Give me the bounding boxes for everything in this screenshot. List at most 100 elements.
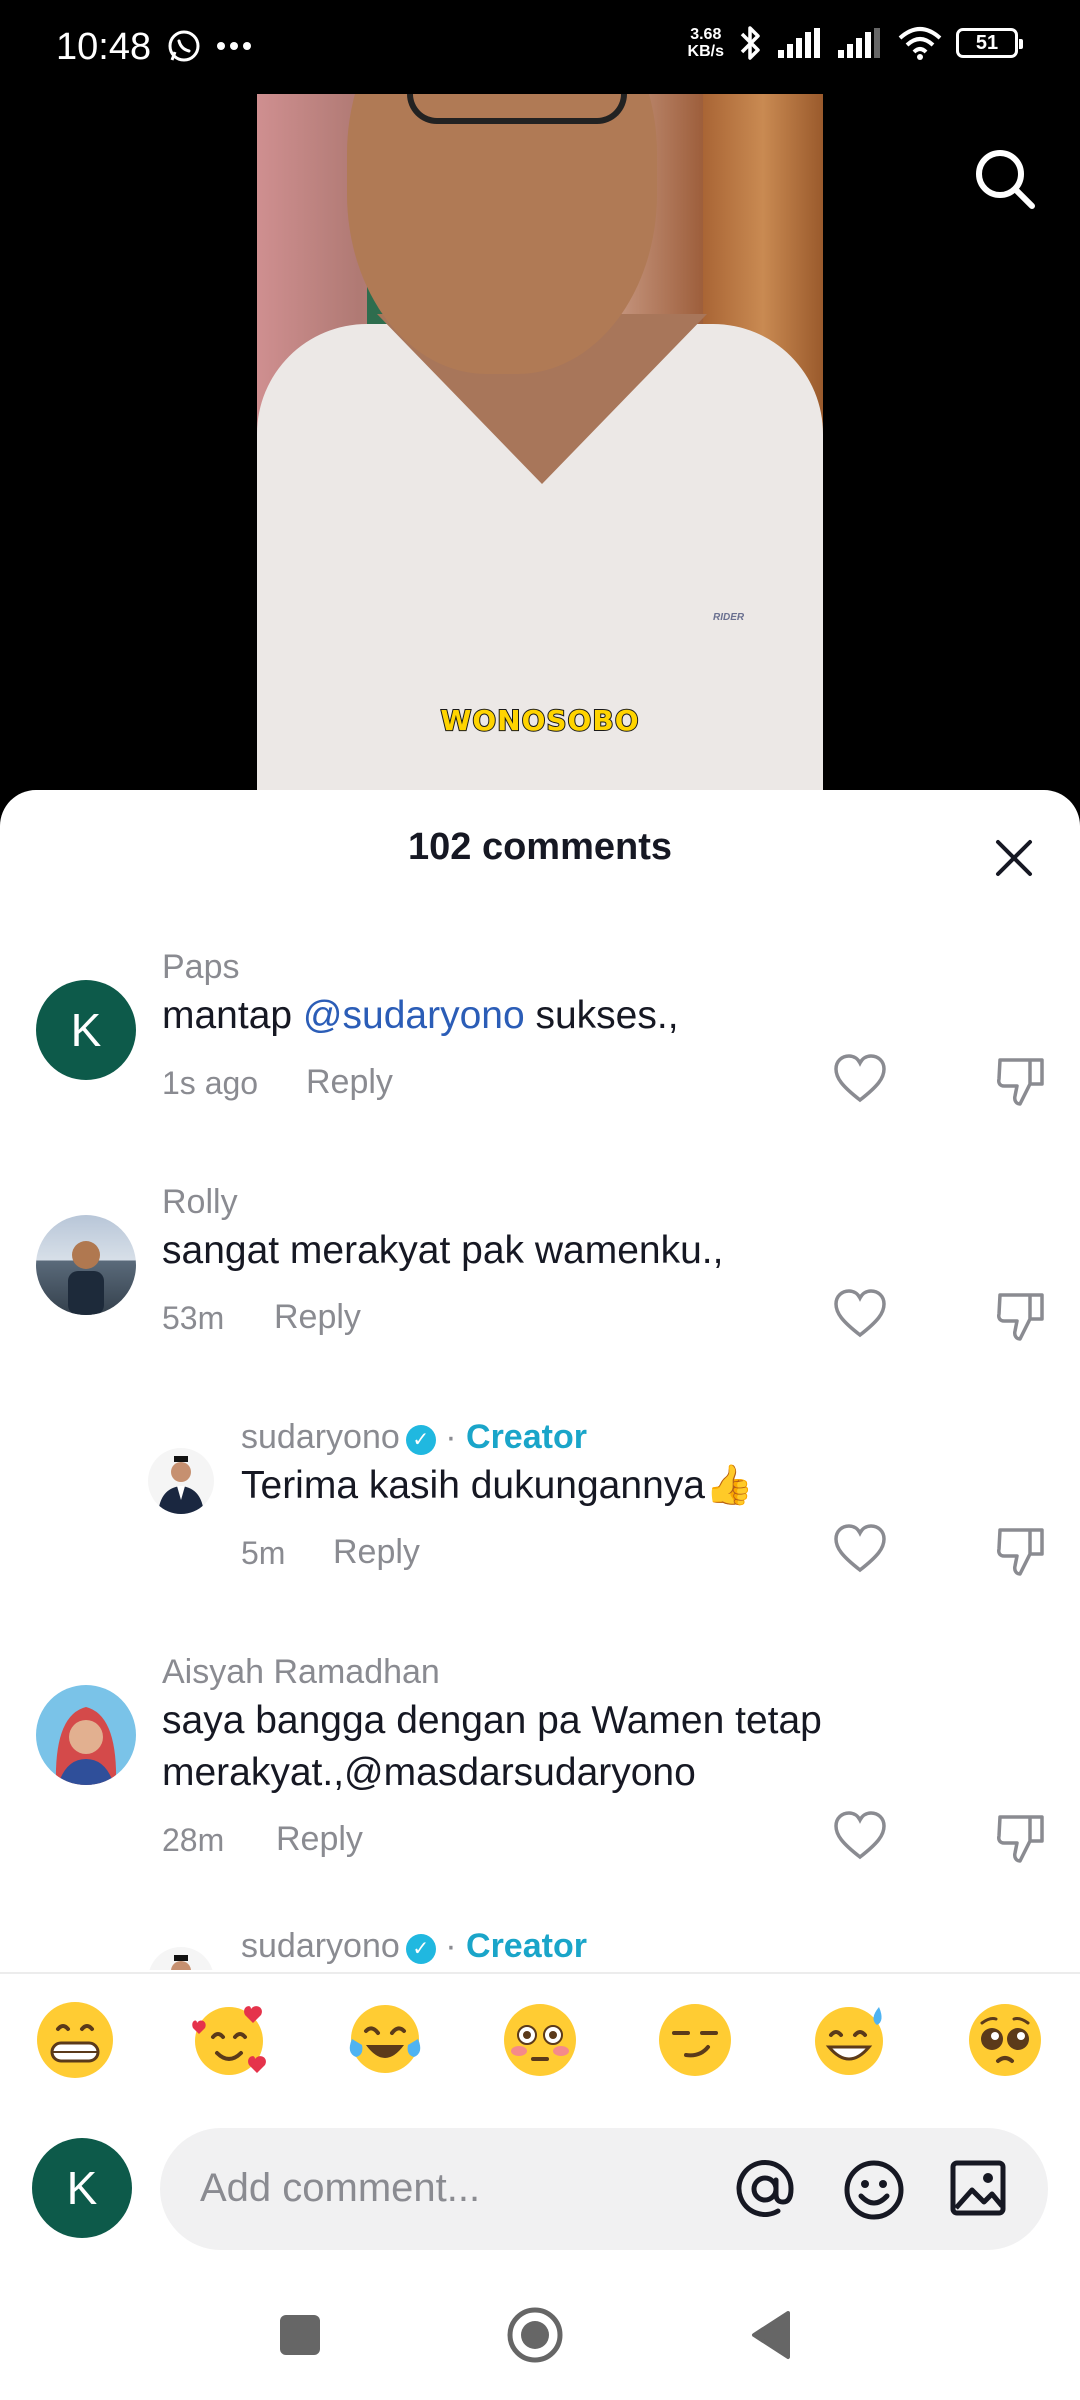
image-icon[interactable] xyxy=(948,2158,1008,2218)
avatar-photo xyxy=(171,1955,191,1970)
verified-badge-icon: ✓ xyxy=(405,1425,436,1455)
face-with-tears-of-joy-icon[interactable] xyxy=(340,1995,430,2085)
comment-text: saya bangga dengan pa Wamen tetap meraky… xyxy=(162,1695,902,1799)
recents-button[interactable] xyxy=(265,2300,335,2370)
comment-username-line: sudaryono ✓ · Creator xyxy=(241,1927,587,1966)
comment-text: sangat merakyat pak wamenku., xyxy=(162,1229,724,1272)
dislike-icon[interactable] xyxy=(994,1809,1050,1865)
comment-text: mantap @sudaryono sukses., xyxy=(162,990,902,1042)
reply-button[interactable]: Reply xyxy=(276,1820,363,1859)
battery-level: 51 xyxy=(975,31,999,54)
comment-text-part: mantap xyxy=(162,994,303,1037)
status-bar: 10:48 3.68 KB/s 51 xyxy=(0,0,1080,94)
comment-input[interactable]: Add comment... xyxy=(160,2128,1048,2250)
bluetooth-icon xyxy=(740,26,760,60)
comment-item: K Paps mantap @sudaryono sukses., 1s ago… xyxy=(0,930,1080,1160)
avatar[interactable] xyxy=(36,1215,136,1315)
status-notification-icons xyxy=(166,28,252,64)
reply-comment-item: sudaryono ✓ · Creator xyxy=(0,1925,1080,1970)
status-time: 10:48 xyxy=(56,26,152,68)
comments-list[interactable]: K Paps mantap @sudaryono sukses., 1s ago… xyxy=(0,930,1080,1970)
comment-username[interactable]: Rolly xyxy=(162,1183,238,1222)
network-speed-unit: KB/s xyxy=(687,43,724,60)
comment-text: Terima kasih dukungannya👍 xyxy=(241,1464,754,1507)
comment-username[interactable]: Aisyah Ramadhan xyxy=(162,1653,440,1692)
recents-square-icon xyxy=(280,2315,320,2355)
divider xyxy=(0,1972,1080,1974)
current-user-avatar[interactable]: K xyxy=(32,2138,132,2238)
signal-1-icon xyxy=(778,28,820,58)
avatar[interactable] xyxy=(148,1947,214,1970)
reply-comment-item: sudaryono ✓ · Creator Terima kasih dukung… xyxy=(0,1400,1080,1630)
home-circle-icon xyxy=(507,2307,563,2363)
whatsapp-icon xyxy=(168,30,200,62)
network-speed: 3.68 KB/s xyxy=(688,26,724,60)
comment-item: Aisyah Ramadhan saya bangga dengan pa Wa… xyxy=(0,1635,1080,1920)
reply-button[interactable]: Reply xyxy=(274,1298,361,1337)
avatar[interactable] xyxy=(148,1448,214,1514)
signal-2-icon xyxy=(838,28,880,58)
battery-indicator: 51 xyxy=(956,28,1023,58)
heart-icon[interactable] xyxy=(832,1522,888,1578)
comment-time: 53m xyxy=(162,1300,225,1336)
wifi-icon xyxy=(898,27,942,60)
avatar-photo xyxy=(68,1241,104,1315)
comment-username[interactable]: sudaryono xyxy=(241,1418,400,1456)
system-nav-bar xyxy=(0,2270,1080,2400)
comment-item: Rolly sangat merakyat pak wamenku., 53m … xyxy=(0,1165,1080,1395)
avatar[interactable] xyxy=(36,1685,136,1785)
video-person-glasses xyxy=(407,94,627,124)
grinning-face-icon[interactable] xyxy=(30,1995,120,2085)
quick-emoji-bar xyxy=(30,1995,1050,2085)
smiling-face-with-hearts-icon[interactable] xyxy=(185,1995,275,2085)
heart-icon[interactable] xyxy=(832,1052,888,1108)
video-frame: RIDER WONOSOBO xyxy=(257,94,823,794)
close-button[interactable] xyxy=(986,830,1042,886)
creator-badge: Creator xyxy=(466,1418,587,1456)
home-button[interactable] xyxy=(500,2300,570,2370)
comment-text-line: saya bangga dengan pa Wamen tetap xyxy=(162,1699,822,1742)
heart-icon[interactable] xyxy=(832,1809,888,1865)
search-icon[interactable] xyxy=(970,144,1040,214)
comment-text-part: sukses., xyxy=(524,994,679,1037)
avatar-photo xyxy=(55,1707,117,1785)
emoji-icon[interactable] xyxy=(842,2158,906,2222)
comment-time: 28m xyxy=(162,1822,225,1858)
avatar-letter: K xyxy=(66,2162,98,2214)
reply-button[interactable]: Reply xyxy=(333,1533,420,1572)
status-system-icons: 3.68 KB/s 51 xyxy=(688,24,1023,62)
reply-button[interactable]: Reply xyxy=(306,1063,393,1102)
grinning-face-with-sweat-icon[interactable] xyxy=(805,1995,895,2085)
heart-icon[interactable] xyxy=(832,1287,888,1343)
separator-dot: · xyxy=(445,1927,457,1965)
pleading-face-icon[interactable] xyxy=(960,1995,1050,2085)
smirking-face-icon[interactable] xyxy=(650,1995,740,2085)
comment-time: 1s ago xyxy=(162,1065,259,1101)
comments-sheet: 102 comments K Paps mantap @sudaryono su… xyxy=(0,790,1080,2400)
dislike-icon[interactable] xyxy=(994,1052,1050,1108)
avatar-photo xyxy=(158,1456,204,1514)
avatar-letter: K xyxy=(70,1004,102,1056)
dislike-icon[interactable] xyxy=(994,1522,1050,1578)
avatar[interactable]: K xyxy=(36,980,136,1080)
comment-username[interactable]: sudaryono xyxy=(241,1927,400,1965)
mention-at-icon[interactable] xyxy=(734,2158,796,2220)
mention-link[interactable]: @sudaryono xyxy=(303,994,525,1037)
dislike-icon[interactable] xyxy=(994,1287,1050,1343)
video-caption: WONOSOBO xyxy=(439,703,640,738)
video-shirt-brand: RIDER xyxy=(713,612,745,623)
comment-text-line: merakyat.,@masdarsudaryono xyxy=(162,1751,696,1794)
creator-badge: Creator xyxy=(466,1927,587,1965)
comment-time: 5m xyxy=(241,1535,286,1571)
comments-count-title: 102 comments xyxy=(407,826,672,868)
back-button[interactable] xyxy=(735,2300,805,2370)
back-triangle-icon xyxy=(752,2311,790,2359)
close-icon xyxy=(996,840,1032,876)
more-dots-icon xyxy=(217,42,251,50)
comment-input-placeholder: Add comment... xyxy=(200,2166,481,2210)
separator-dot: · xyxy=(445,1418,457,1456)
video-player[interactable]: RIDER WONOSOBO xyxy=(0,94,1080,794)
comment-username-line: sudaryono ✓ · Creator xyxy=(241,1418,587,1457)
comment-username[interactable]: Paps xyxy=(162,948,240,987)
flushed-face-icon[interactable] xyxy=(495,1995,585,2085)
